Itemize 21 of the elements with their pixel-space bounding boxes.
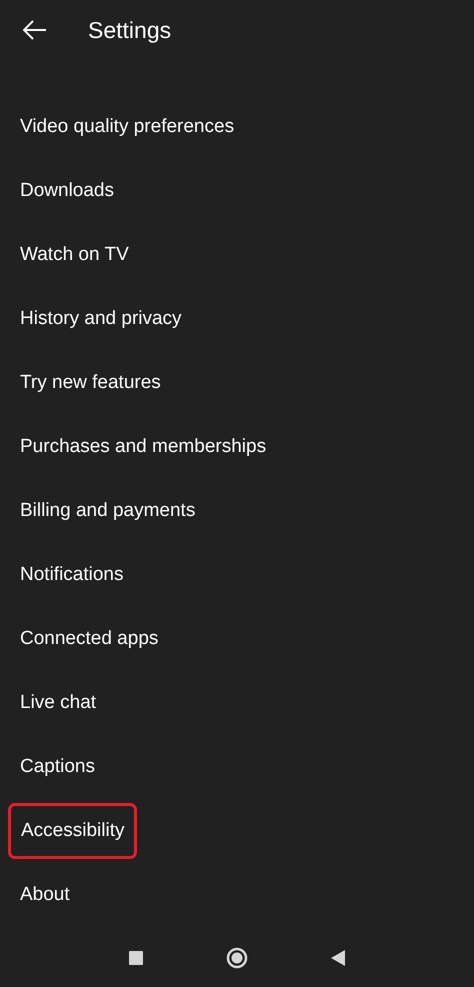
settings-item[interactable]: Downloads	[20, 176, 114, 206]
page-title: Settings	[88, 16, 172, 45]
settings-item[interactable]: Purchases and memberships	[20, 432, 266, 462]
settings-item[interactable]: Accessibility	[8, 802, 138, 860]
settings-item[interactable]: Captions	[20, 752, 95, 782]
home-button[interactable]	[225, 946, 249, 970]
recents-button[interactable]	[127, 948, 145, 966]
back-arrow-icon	[23, 20, 47, 40]
settings-item[interactable]: About	[20, 880, 70, 910]
settings-item[interactable]: Billing and payments	[20, 496, 196, 526]
settings-item[interactable]: History and privacy	[20, 304, 182, 334]
settings-item[interactable]: Connected apps	[20, 624, 158, 654]
settings-item[interactable]: Watch on TV	[20, 240, 129, 270]
settings-item[interactable]: Notifications	[20, 560, 124, 590]
back-nav-button[interactable]	[329, 948, 347, 966]
square-icon	[129, 950, 143, 964]
settings-item[interactable]: Video quality preferences	[20, 112, 234, 142]
settings-item[interactable]: Live chat	[20, 688, 96, 718]
triangle-icon	[331, 950, 345, 966]
circle-icon	[226, 946, 248, 968]
settings-item[interactable]: Try new features	[20, 368, 161, 398]
